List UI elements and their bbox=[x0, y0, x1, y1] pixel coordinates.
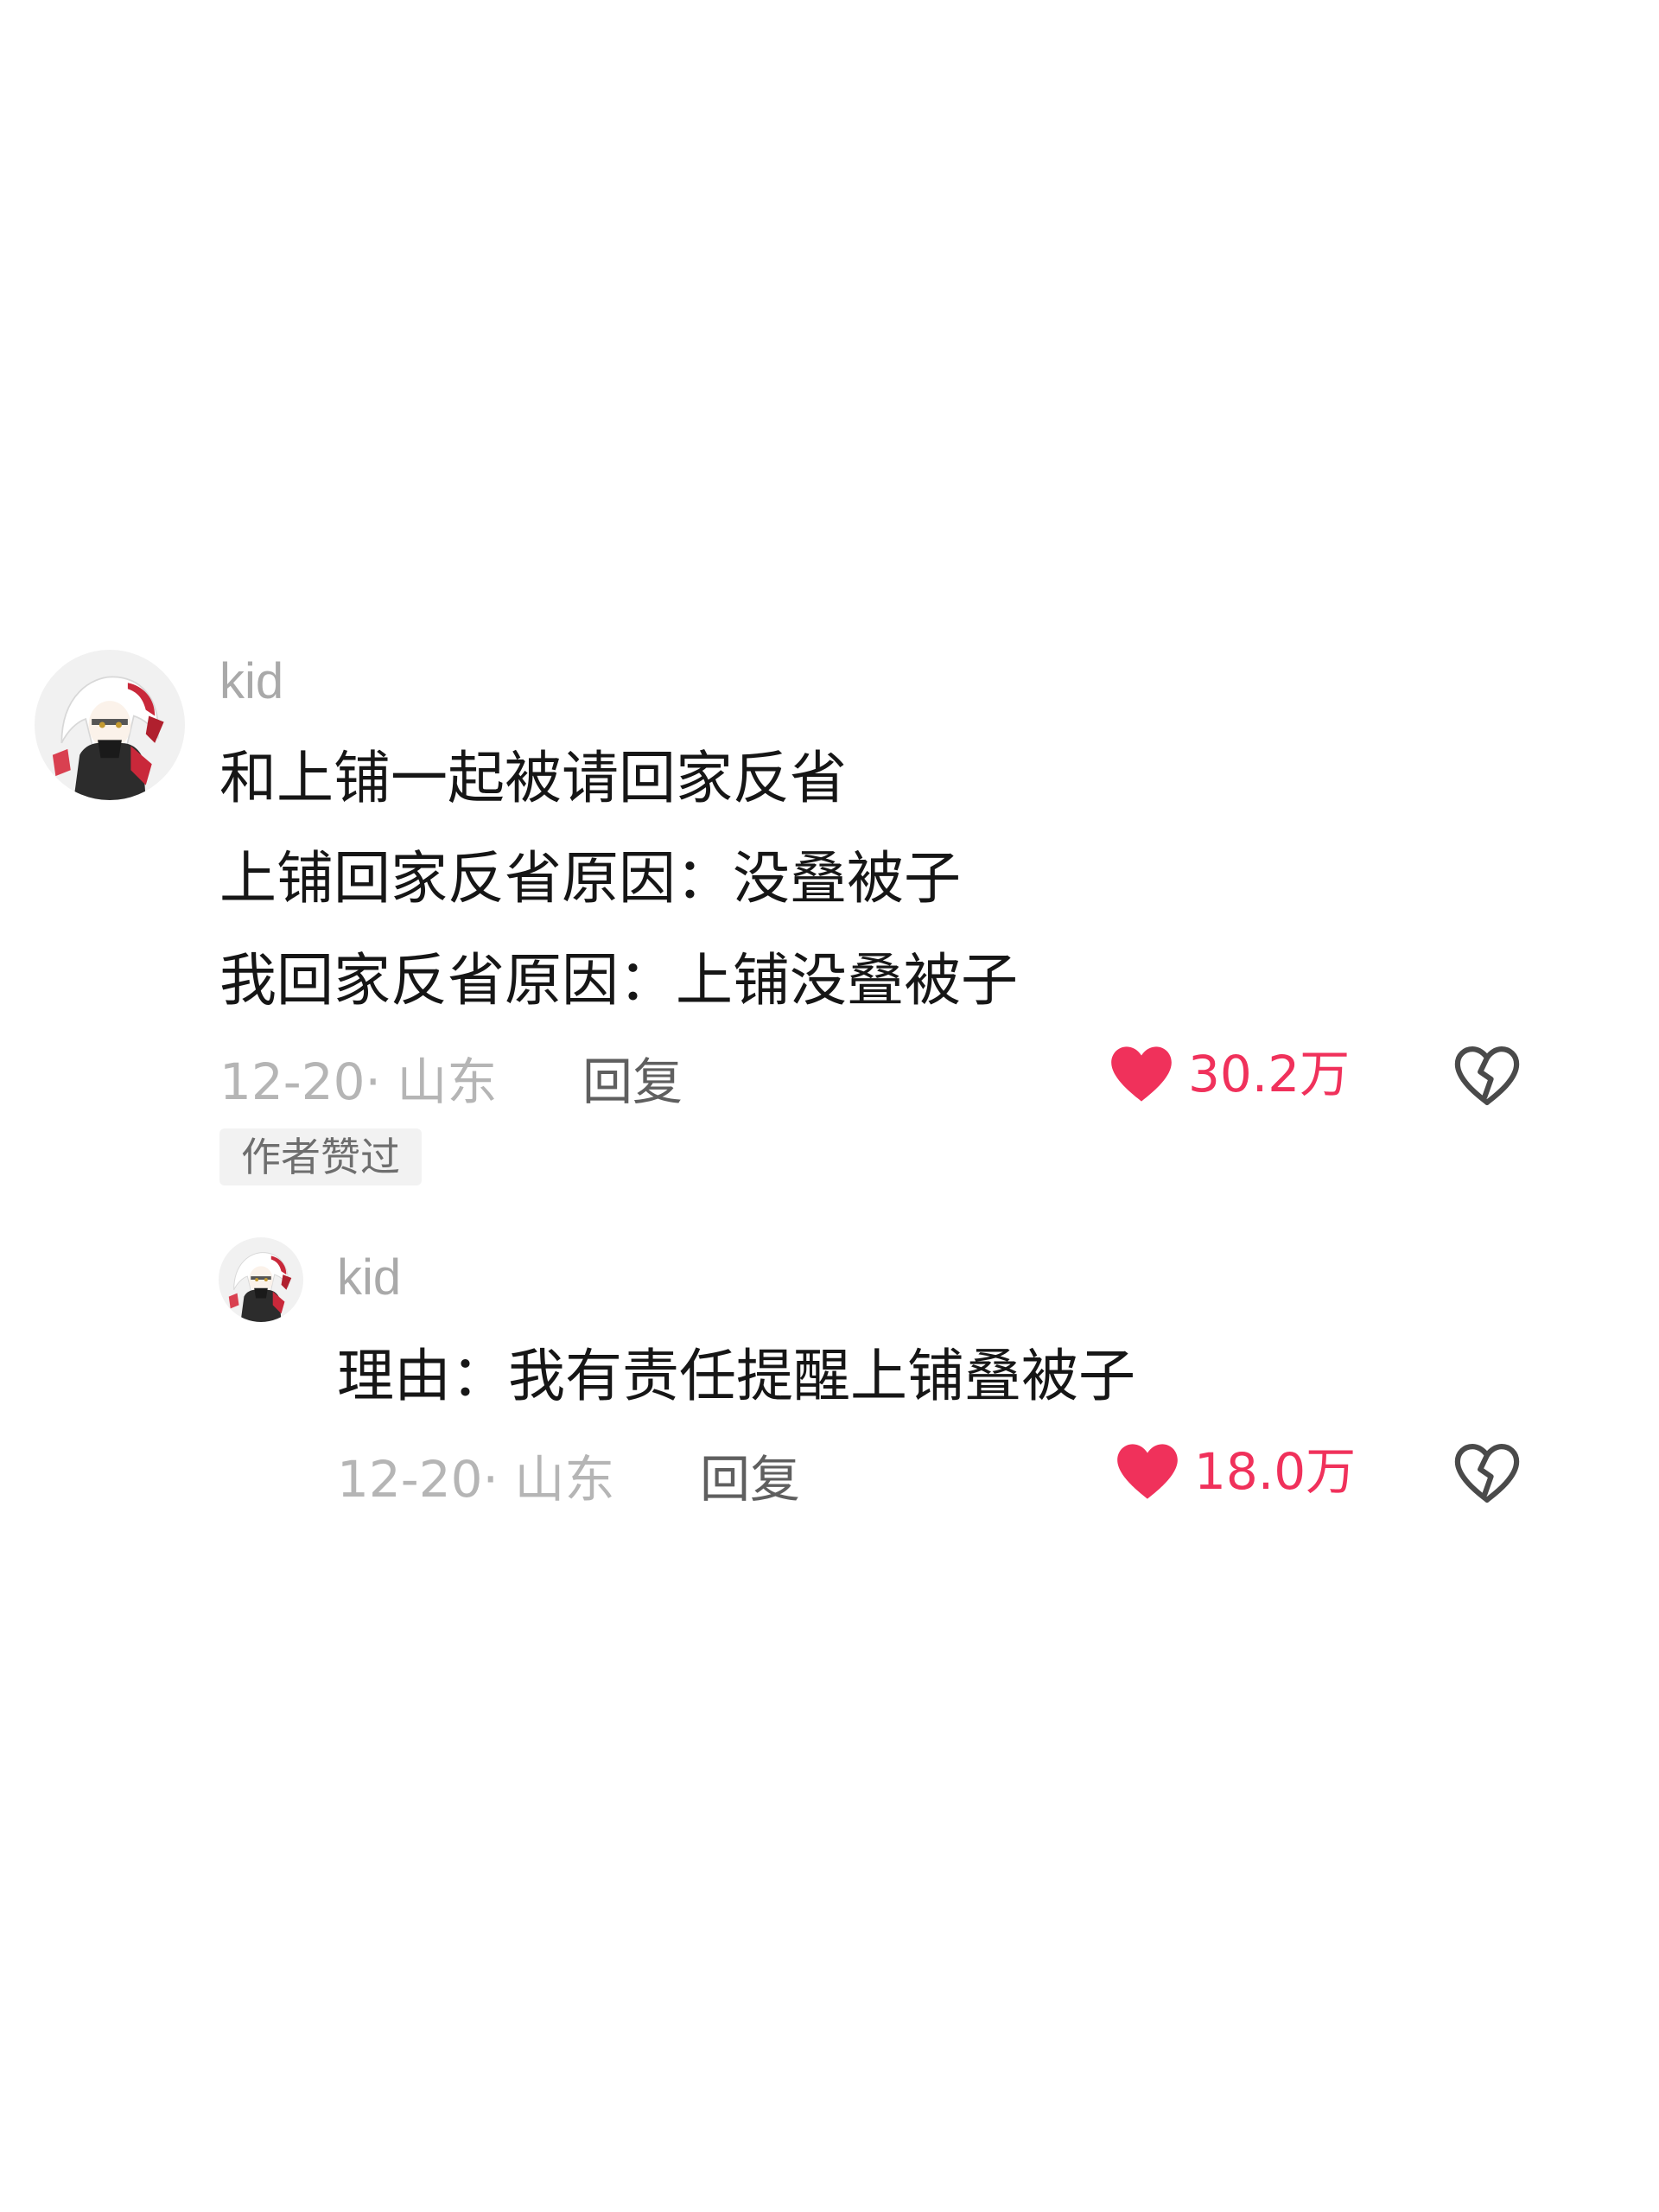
comment-meta: 12-20· 山东 bbox=[219, 1052, 498, 1111]
comment-meta: 12-20· 山东 bbox=[337, 1450, 615, 1509]
author-liked-badge: 作者赞过 bbox=[219, 1128, 422, 1185]
comment-text-line: 和上铺一起被请回家反省 bbox=[219, 745, 847, 811]
avatar[interactable] bbox=[35, 650, 185, 800]
like-button[interactable]: 30.2万 bbox=[1109, 1044, 1350, 1104]
heart-icon bbox=[1117, 1444, 1178, 1499]
comment-text-line: 我回家反省原因：上铺没叠被子 bbox=[219, 947, 1018, 1014]
broken-heart-icon[interactable] bbox=[1453, 1044, 1521, 1108]
avatar-image bbox=[35, 650, 185, 800]
comment-thread: kid 和上铺一起被请回家反省 上铺回家反省原因：没叠被子 我回家反省原因：上铺… bbox=[0, 0, 1659, 2212]
username[interactable]: kid bbox=[219, 657, 283, 707]
like-button[interactable]: 18.0万 bbox=[1115, 1441, 1356, 1502]
avatar[interactable] bbox=[219, 1237, 303, 1322]
reply-button[interactable]: 回复 bbox=[582, 1057, 683, 1107]
heart-icon bbox=[1111, 1046, 1172, 1102]
like-count: 18.0万 bbox=[1194, 1442, 1357, 1501]
comment-text-line: 上铺回家反省原因：没叠被子 bbox=[219, 845, 961, 912]
reply-button[interactable]: 回复 bbox=[700, 1454, 800, 1504]
broken-heart-icon[interactable] bbox=[1453, 1441, 1521, 1505]
username[interactable]: kid bbox=[337, 1253, 401, 1303]
reply-text: 理由：我有责任提醒上铺叠被子 bbox=[337, 1343, 1135, 1409]
like-count: 30.2万 bbox=[1188, 1045, 1351, 1103]
avatar-image bbox=[219, 1237, 303, 1322]
